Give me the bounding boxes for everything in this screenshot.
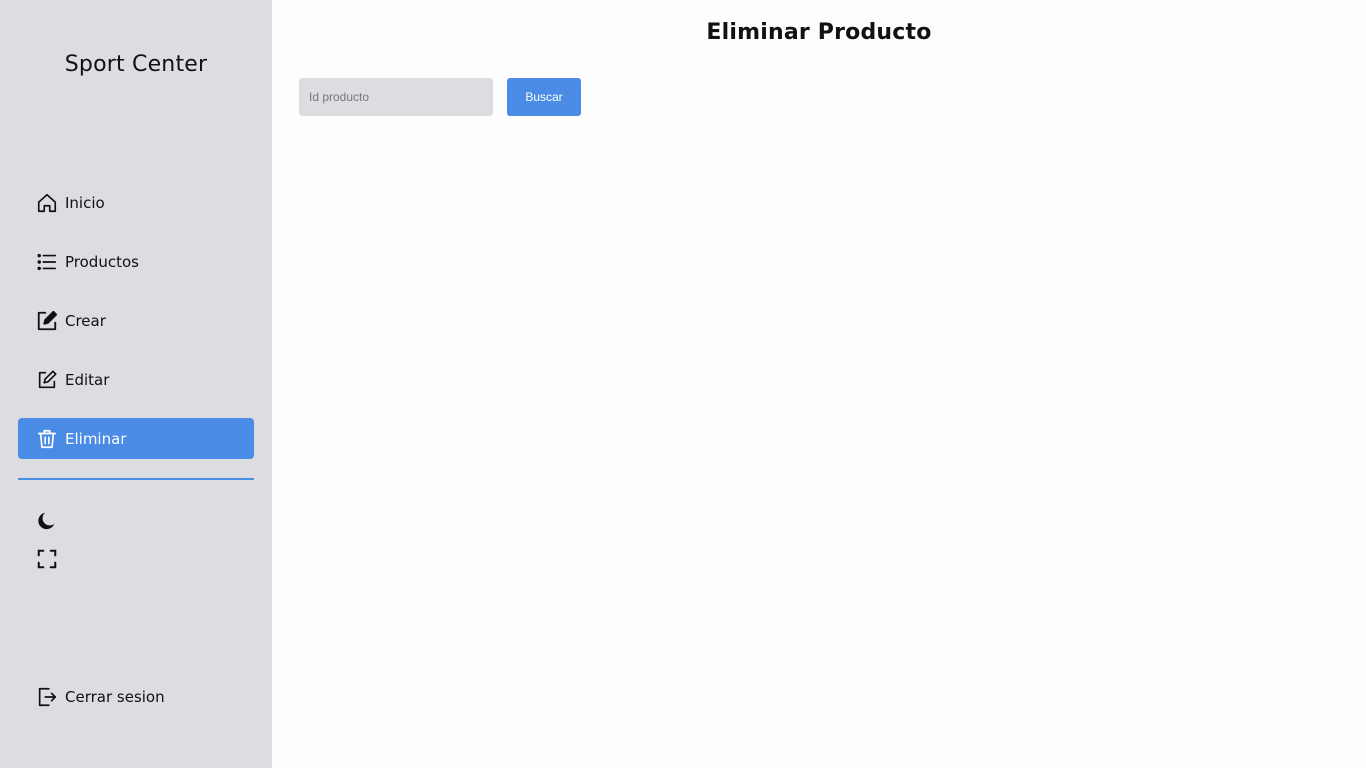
sidebar-item-inicio[interactable]: Inicio	[18, 182, 254, 223]
home-icon	[36, 192, 58, 214]
sidebar-item-label: Eliminar	[65, 429, 127, 448]
sidebar-item-eliminar[interactable]: Eliminar	[18, 418, 254, 459]
fullscreen-icon	[36, 548, 58, 574]
brand-title: Sport Center	[64, 52, 208, 77]
sidebar: Sport Center Inicio Productos Crear Edit…	[0, 0, 272, 768]
trash-icon	[36, 428, 58, 450]
product-id-input[interactable]	[299, 78, 493, 116]
search-button[interactable]: Buscar	[507, 78, 581, 116]
sidebar-nav: Inicio Productos Crear Editar Eliminar	[18, 182, 254, 477]
fullscreen-toggle[interactable]	[36, 548, 58, 574]
sidebar-item-label: Inicio	[65, 193, 105, 212]
sidebar-divider	[18, 478, 254, 480]
dark-mode-toggle[interactable]	[36, 512, 58, 534]
create-icon	[36, 310, 58, 332]
sidebar-item-label: Crear	[65, 311, 106, 330]
main-content: Eliminar Producto Buscar	[272, 0, 1366, 768]
sidebar-item-editar[interactable]: Editar	[18, 359, 254, 400]
logout-button[interactable]: Cerrar sesion	[36, 686, 165, 708]
app: Sport Center Inicio Productos Crear Edit…	[0, 0, 1366, 768]
logout-icon	[36, 686, 58, 708]
moon-icon	[36, 510, 58, 536]
logout-label: Cerrar sesion	[65, 688, 165, 706]
sidebar-item-crear[interactable]: Crear	[18, 300, 254, 341]
edit-icon	[36, 369, 58, 391]
list-icon	[36, 251, 58, 273]
sidebar-item-label: Productos	[65, 252, 139, 271]
sidebar-item-productos[interactable]: Productos	[18, 241, 254, 282]
sidebar-item-label: Editar	[65, 370, 110, 389]
page-title: Eliminar Producto	[706, 20, 932, 45]
